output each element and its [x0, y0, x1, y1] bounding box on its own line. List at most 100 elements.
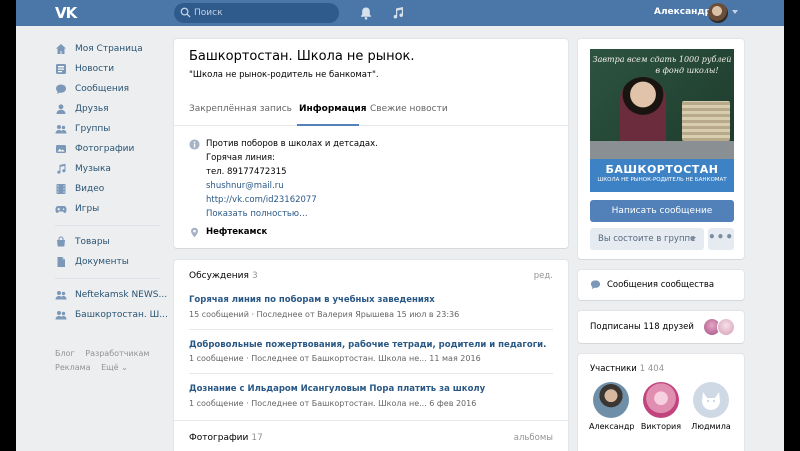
- photos-title: Фотографии: [189, 433, 249, 443]
- group-avatar-image[interactable]: Завтра всем сдать 1000 рублей в фонд шко…: [590, 49, 734, 192]
- members-header[interactable]: Участники 1 404: [590, 364, 664, 374]
- photos-header[interactable]: Фотографии 17: [189, 433, 263, 443]
- hotline-label: Горячая линия:: [206, 153, 275, 163]
- discussions-header[interactable]: Обсуждения 3: [189, 271, 258, 281]
- nav-my-page[interactable]: Моя Страница: [55, 39, 160, 59]
- music-icon: [57, 163, 66, 174]
- discussions-count: 3: [251, 271, 258, 281]
- community-icon: [55, 311, 67, 320]
- members-card: Участники 1 404 Александр Виктория Людмил…: [578, 354, 744, 451]
- header-avatar[interactable]: [708, 3, 728, 23]
- member-item[interactable]: Виктория: [639, 382, 683, 431]
- nav-divider: [55, 225, 160, 226]
- tab-information[interactable]: Информация: [299, 104, 367, 114]
- photos-icon: [56, 145, 66, 153]
- community-messages-card[interactable]: Сообщения сообщества: [578, 270, 744, 300]
- left-sidebar: Моя Страница Новости Сообщения Друзья Гр…: [55, 39, 168, 325]
- topic-meta: 1 сообщение · Последнее от Башкортостан.…: [189, 399, 477, 408]
- letterbox-right: [784, 0, 800, 451]
- topic-title[interactable]: Добровольные пожертвования, рабочие тетр…: [189, 340, 546, 350]
- letterbox-left: [0, 0, 16, 451]
- nav-goods[interactable]: Товары: [55, 232, 160, 252]
- nav-music[interactable]: Музыка: [55, 159, 160, 179]
- avatar: [593, 382, 629, 418]
- hotline-phone: тел. 89177472315: [206, 167, 287, 177]
- messages-icon: [56, 84, 66, 94]
- money-stack: [682, 101, 730, 141]
- group-description: Против поборов в школах и детсадах.: [206, 139, 378, 149]
- member-name: Виктория: [640, 422, 682, 431]
- group-cover-card: Завтра всем сдать 1000 рублей в фонд шко…: [578, 39, 744, 259]
- avatar: [693, 382, 729, 418]
- chevron-down-icon: [690, 237, 696, 241]
- search-box[interactable]: [174, 3, 339, 23]
- nav-friends[interactable]: Друзья: [55, 99, 160, 119]
- header-user-name[interactable]: Александр: [654, 7, 711, 17]
- friends-icon: [56, 104, 66, 114]
- music-icon[interactable]: [391, 6, 405, 20]
- bell-icon[interactable]: [359, 6, 373, 20]
- group-info-card: Башкортостан. Школа не рынок. "Школа не …: [174, 39, 568, 248]
- contact-profile-link[interactable]: http://vk.com/id23162077: [206, 195, 317, 205]
- member-item[interactable]: Людмила: [689, 382, 733, 431]
- chevron-down-icon[interactable]: [732, 10, 738, 14]
- search-input[interactable]: [194, 5, 334, 21]
- section-divider: [174, 420, 568, 421]
- cover-banner: БАШКОРТОСТАН ШКОЛА НЕ РЫНОК-РОДИТЕЛЬ НЕ …: [590, 159, 734, 192]
- albums-link[interactable]: альбомы: [514, 433, 553, 443]
- tab-latest-news[interactable]: Свежие новости: [370, 104, 448, 114]
- goods-icon: [57, 236, 65, 247]
- group-tabs: Закреплённая запись Информация Свежие но…: [174, 96, 568, 126]
- member-item[interactable]: Александр: [589, 382, 635, 431]
- active-tab-indicator: [297, 124, 359, 126]
- footer-link-developers[interactable]: Разработчикам: [85, 349, 149, 358]
- page-title: Башкортостан. Школа не рынок.: [189, 49, 415, 64]
- group-location: Нефтекамск: [206, 227, 268, 237]
- nav-news[interactable]: Новости: [55, 59, 160, 79]
- vk-logo[interactable]: VK: [55, 4, 81, 22]
- topic-meta: 15 сообщений · Последнее от Валерия Ярыш…: [189, 310, 460, 319]
- discussions-card: Обсуждения 3 ред. Горячая линия по побора…: [174, 260, 568, 451]
- nav-photos[interactable]: Фотографии: [55, 139, 160, 159]
- teacher-figure: [620, 77, 666, 147]
- friend-avatar[interactable]: [717, 318, 735, 336]
- send-message-button[interactable]: Написать сообщение: [590, 200, 734, 222]
- footer-link-more[interactable]: Ещё ⌄: [101, 363, 128, 372]
- more-actions-button[interactable]: •••: [708, 228, 734, 250]
- news-icon: [56, 64, 66, 74]
- member-name: Александр: [589, 422, 635, 431]
- home-icon: [56, 44, 66, 54]
- nav-community-bashkortostan[interactable]: Башкортостан. Ш...: [55, 305, 168, 325]
- sidebar-footer-links: Блог Разработчикам Реклама Ещё ⌄: [55, 347, 165, 375]
- nav-community-neftekamsk[interactable]: Neftekamsk NEWS...: [55, 285, 167, 305]
- contact-email-link[interactable]: shushnur@mail.ru: [206, 181, 284, 191]
- member-name: Людмила: [691, 422, 731, 431]
- show-more-link[interactable]: Показать полностью…: [206, 209, 308, 219]
- nav-groups[interactable]: Группы: [55, 119, 160, 139]
- cover-chalk-text: Завтра всем сдать 1000 рублей в фонд шко…: [592, 55, 732, 75]
- membership-status: Вы состоите в группе: [598, 234, 696, 244]
- nav-messages[interactable]: Сообщения: [55, 79, 160, 99]
- tab-pinned-post[interactable]: Закреплённая запись: [189, 104, 292, 114]
- nav-documents[interactable]: Документы: [55, 252, 160, 272]
- cover-banner-subtitle: ШКОЛА НЕ РЫНОК-РОДИТЕЛЬ НЕ БАНКОМАТ: [597, 177, 727, 183]
- topic-title[interactable]: Горячая линия по поборам в учебных завед…: [189, 295, 435, 305]
- vk-page: VK Александр Моя Страница Новости: [0, 0, 800, 451]
- topic-meta: 1 сообщение · Последнее от Башкортостан.…: [189, 354, 481, 363]
- avatar: [643, 382, 679, 418]
- subscribed-friends-card[interactable]: Подписаны 118 друзей: [578, 311, 744, 343]
- footer-link-ads[interactable]: Реклама: [55, 363, 91, 372]
- messages-icon: [590, 280, 601, 290]
- membership-dropdown[interactable]: Вы состоите в группе: [590, 228, 704, 250]
- community-messages-link[interactable]: Сообщения сообщества: [590, 279, 714, 290]
- topic-title[interactable]: Дознание с Ильдаром Исангуловым Пора пла…: [189, 384, 485, 394]
- subscribed-friends-count: Подписаны 118 друзей: [590, 322, 694, 332]
- community-icon: [55, 291, 67, 300]
- nav-games[interactable]: Игры: [55, 199, 160, 219]
- topic-divider: [189, 373, 553, 374]
- footer-link-blog[interactable]: Блог: [55, 349, 75, 358]
- video-icon: [56, 184, 66, 194]
- nav-video[interactable]: Видео: [55, 179, 160, 199]
- edit-discussions-link[interactable]: ред.: [534, 271, 553, 281]
- search-icon: [180, 7, 191, 18]
